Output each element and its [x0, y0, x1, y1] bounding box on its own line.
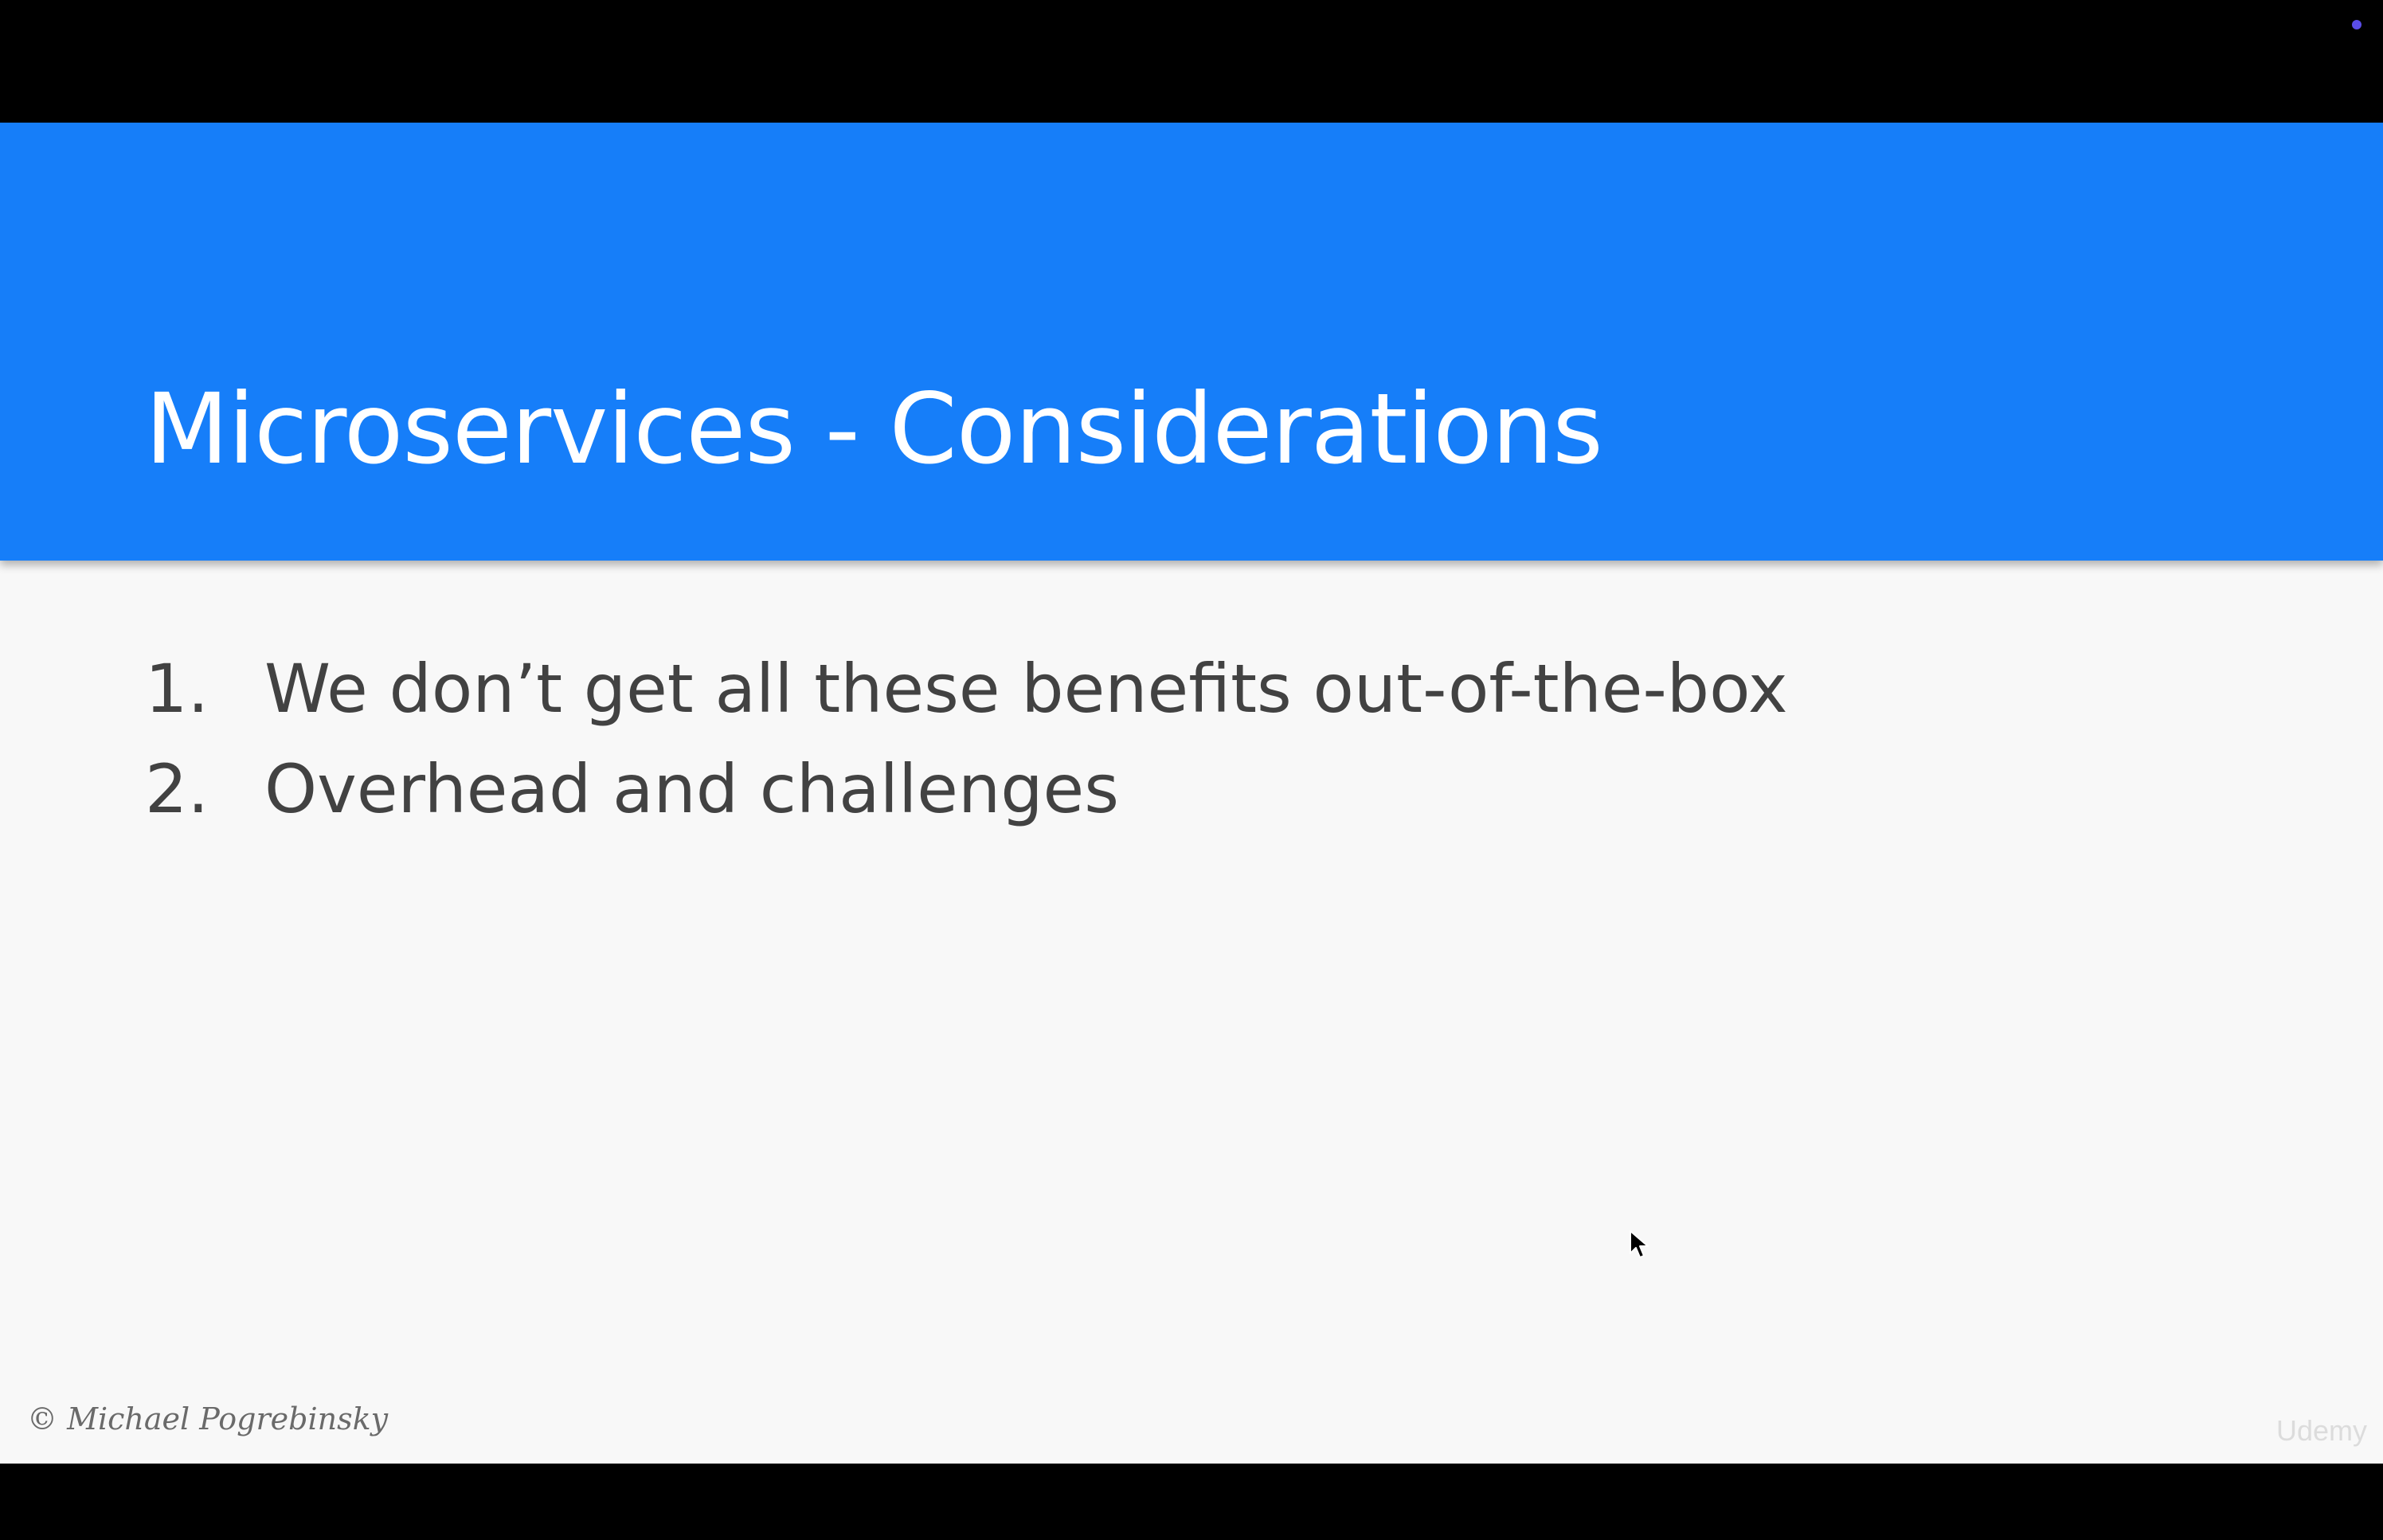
- copyright-author: © Michael Pogrebinsky: [27, 1401, 389, 1436]
- list-item: 2. Overhead and challenges: [145, 739, 1788, 839]
- list-item-number: 2.: [145, 750, 209, 828]
- video-player-screen: Microservices - Considerations 1. We don…: [0, 0, 2383, 1540]
- status-dot-icon: [2352, 20, 2361, 29]
- list-item-text: Overhead and challenges: [264, 750, 1119, 828]
- udemy-watermark: Udemy: [2275, 1414, 2367, 1447]
- bottom-letterbox-bar: [0, 1464, 2383, 1540]
- presentation-slide: Microservices - Considerations 1. We don…: [0, 123, 2383, 1464]
- bullet-list: 1. We don’t get all these benefits out-o…: [145, 639, 1788, 839]
- list-item-text: We don’t get all these benefits out-of-t…: [264, 650, 1788, 728]
- slide-title: Microservices - Considerations: [145, 373, 1603, 486]
- slide-header: Microservices - Considerations: [0, 123, 2383, 561]
- list-item-number: 1.: [145, 650, 209, 728]
- mouse-pointer-icon: [1630, 1230, 1649, 1258]
- list-item: 1. We don’t get all these benefits out-o…: [145, 639, 1788, 739]
- top-letterbox-bar: [0, 0, 2383, 123]
